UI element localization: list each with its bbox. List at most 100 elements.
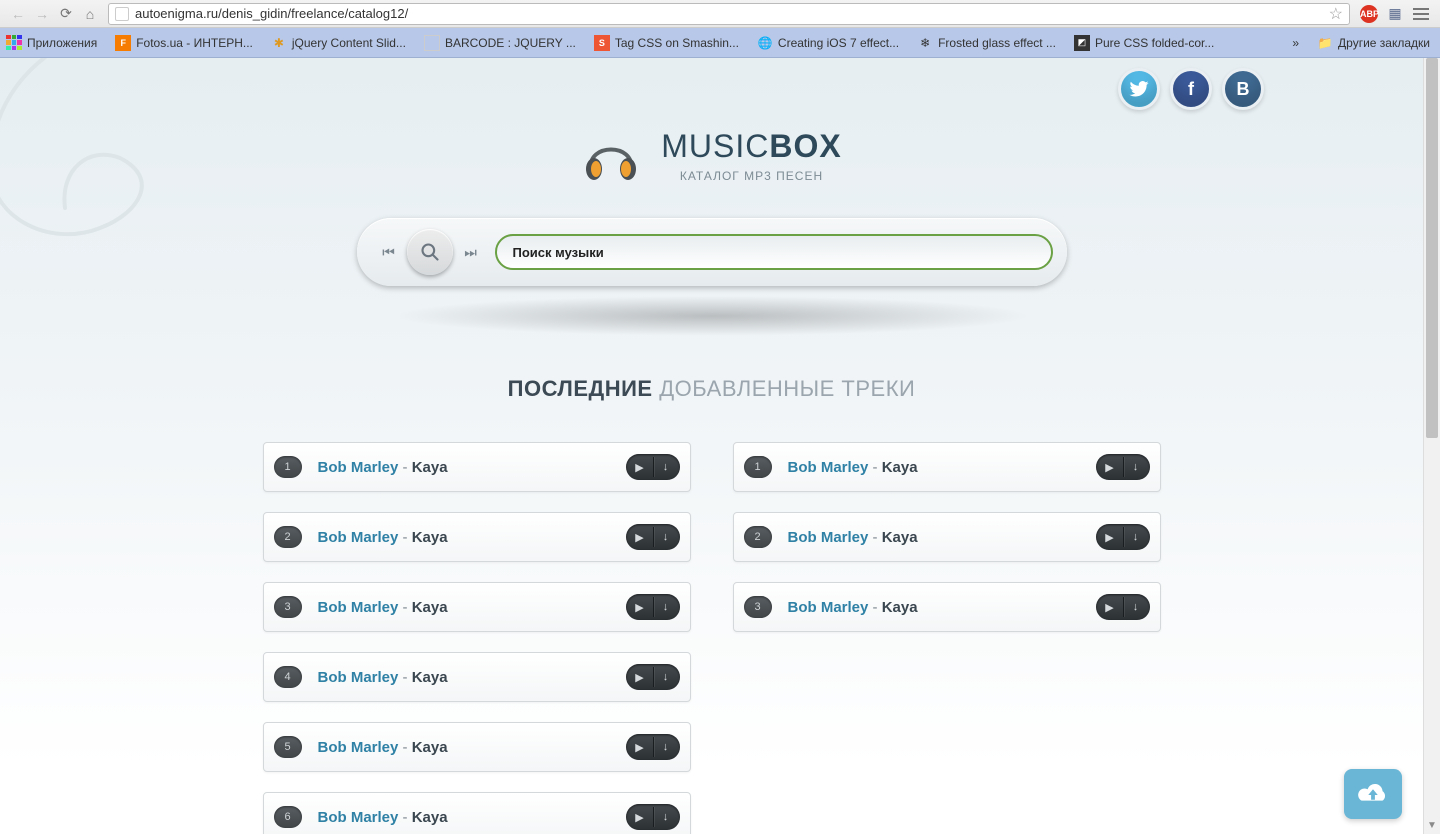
- scroll-down-icon[interactable]: ▼: [1424, 817, 1440, 834]
- download-button[interactable]: ↓: [653, 461, 679, 473]
- track-song: Kaya: [412, 529, 448, 546]
- play-button[interactable]: ▶: [1097, 601, 1123, 614]
- track-song: Kaya: [412, 669, 448, 686]
- search-player: ⏮ ⏭: [357, 218, 1067, 286]
- favicon-icon: ❄: [917, 35, 933, 51]
- track-actions: ▶↓: [626, 594, 680, 620]
- brand-name: MUSICBOX: [661, 128, 841, 165]
- forward-button[interactable]: →: [30, 2, 54, 26]
- play-button[interactable]: ▶: [1097, 531, 1123, 544]
- play-button[interactable]: ▶: [627, 811, 653, 824]
- download-button[interactable]: ↓: [653, 811, 679, 823]
- track-artist[interactable]: Bob Marley: [788, 529, 869, 546]
- download-button[interactable]: ↓: [653, 531, 679, 543]
- track-artist[interactable]: Bob Marley: [318, 459, 399, 476]
- download-button[interactable]: ↓: [653, 671, 679, 683]
- apps-icon: [6, 35, 22, 51]
- track-song: Kaya: [882, 459, 918, 476]
- bookmark-item[interactable]: ◩Pure CSS folded-cor...: [1074, 35, 1214, 51]
- track-row: 1Bob Marley - Kaya▶↓: [263, 442, 691, 492]
- track-label: Bob Marley - Kaya: [318, 599, 448, 616]
- track-song: Kaya: [412, 599, 448, 616]
- facebook-button[interactable]: f: [1170, 68, 1212, 110]
- track-song: Kaya: [412, 739, 448, 756]
- play-button[interactable]: ▶: [627, 461, 653, 474]
- headphones-icon: [581, 131, 641, 181]
- play-button[interactable]: ▶: [627, 601, 653, 614]
- track-label: Bob Marley - Kaya: [318, 809, 448, 826]
- track-label: Bob Marley - Kaya: [318, 739, 448, 756]
- track-row: 1Bob Marley - Kaya▶↓: [733, 442, 1161, 492]
- calendar-icon[interactable]: ▦: [1384, 3, 1406, 25]
- track-artist[interactable]: Bob Marley: [318, 599, 399, 616]
- track-actions: ▶↓: [1096, 524, 1150, 550]
- menu-icon[interactable]: [1410, 3, 1432, 25]
- prev-button[interactable]: ⏮: [377, 240, 401, 264]
- track-actions: ▶↓: [626, 524, 680, 550]
- track-actions: ▶↓: [1096, 454, 1150, 480]
- track-label: Bob Marley - Kaya: [318, 459, 448, 476]
- search-field[interactable]: [495, 234, 1053, 270]
- track-number: 2: [274, 526, 302, 548]
- other-bookmarks[interactable]: 📁 Другие закладки: [1317, 35, 1430, 51]
- track-song: Kaya: [882, 529, 918, 546]
- track-artist[interactable]: Bob Marley: [788, 459, 869, 476]
- track-number: 5: [274, 736, 302, 758]
- download-button[interactable]: ↓: [1123, 461, 1149, 473]
- download-button[interactable]: ↓: [1123, 531, 1149, 543]
- bookmark-overflow[interactable]: »: [1292, 36, 1299, 50]
- play-button[interactable]: ▶: [627, 741, 653, 754]
- url-bar[interactable]: autoenigma.ru/denis_gidin/freelance/cata…: [108, 3, 1350, 25]
- url-text: autoenigma.ru/denis_gidin/freelance/cata…: [135, 6, 408, 21]
- cloud-upload-button[interactable]: [1344, 769, 1402, 819]
- scroll-thumb[interactable]: [1426, 58, 1438, 438]
- track-number: 4: [274, 666, 302, 688]
- scrollbar[interactable]: ▲ ▼: [1423, 58, 1440, 834]
- track-row: 2Bob Marley - Kaya▶↓: [733, 512, 1161, 562]
- track-artist[interactable]: Bob Marley: [318, 669, 399, 686]
- track-actions: ▶↓: [626, 454, 680, 480]
- bookmark-item[interactable]: ❄Frosted glass effect ...: [917, 35, 1056, 51]
- bookmark-item[interactable]: 🌐Creating iOS 7 effect...: [757, 35, 899, 51]
- twitter-button[interactable]: [1118, 68, 1160, 110]
- favicon-icon: ✱: [271, 35, 287, 51]
- bookmark-item[interactable]: ✱jQuery Content Slid...: [271, 35, 406, 51]
- bookmark-item[interactable]: STag CSS on Smashin...: [594, 35, 739, 51]
- abp-icon[interactable]: ABP: [1358, 3, 1380, 25]
- play-button[interactable]: ▶: [627, 531, 653, 544]
- bookmarks-bar: Приложения FFotos.ua - ИНТЕРН... ✱jQuery…: [0, 28, 1440, 58]
- track-actions: ▶↓: [626, 804, 680, 830]
- download-button[interactable]: ↓: [653, 741, 679, 753]
- folder-icon: 📁: [1317, 35, 1333, 51]
- track-artist[interactable]: Bob Marley: [318, 739, 399, 756]
- play-button[interactable]: ▶: [1097, 461, 1123, 474]
- track-label: Bob Marley - Kaya: [788, 599, 918, 616]
- download-button[interactable]: ↓: [653, 601, 679, 613]
- social-links: f B: [1118, 68, 1264, 110]
- track-artist[interactable]: Bob Marley: [318, 809, 399, 826]
- bookmark-star-icon[interactable]: ☆: [1329, 4, 1343, 24]
- reload-button[interactable]: ⟳: [54, 2, 78, 26]
- home-button[interactable]: ⌂: [78, 2, 102, 26]
- track-actions: ▶↓: [1096, 594, 1150, 620]
- track-artist[interactable]: Bob Marley: [788, 599, 869, 616]
- track-row: 6Bob Marley - Kaya▶↓: [263, 792, 691, 834]
- page: f B MUSICBOX КАТАЛОГ MP3 ПЕСЕН ⏮: [0, 58, 1423, 834]
- bookmark-item[interactable]: BARCODE : JQUERY ...: [424, 35, 576, 51]
- search-button[interactable]: [407, 229, 453, 275]
- download-button[interactable]: ↓: [1123, 601, 1149, 613]
- back-button[interactable]: ←: [6, 2, 30, 26]
- search-input[interactable]: [513, 245, 1035, 260]
- vk-button[interactable]: B: [1222, 68, 1264, 110]
- viewport: f B MUSICBOX КАТАЛОГ MP3 ПЕСЕН ⏮: [0, 58, 1440, 834]
- next-button[interactable]: ⏭: [459, 240, 483, 264]
- track-row: 3Bob Marley - Kaya▶↓: [263, 582, 691, 632]
- track-columns: 1Bob Marley - Kaya▶↓2Bob Marley - Kaya▶↓…: [159, 442, 1264, 834]
- track-song: Kaya: [882, 599, 918, 616]
- track-row: 4Bob Marley - Kaya▶↓: [263, 652, 691, 702]
- play-button[interactable]: ▶: [627, 671, 653, 684]
- bookmark-item[interactable]: FFotos.ua - ИНТЕРН...: [115, 35, 253, 51]
- browser-window: ← → ⟳ ⌂ autoenigma.ru/denis_gidin/freela…: [0, 0, 1440, 834]
- apps-shortcut[interactable]: Приложения: [6, 35, 97, 51]
- track-artist[interactable]: Bob Marley: [318, 529, 399, 546]
